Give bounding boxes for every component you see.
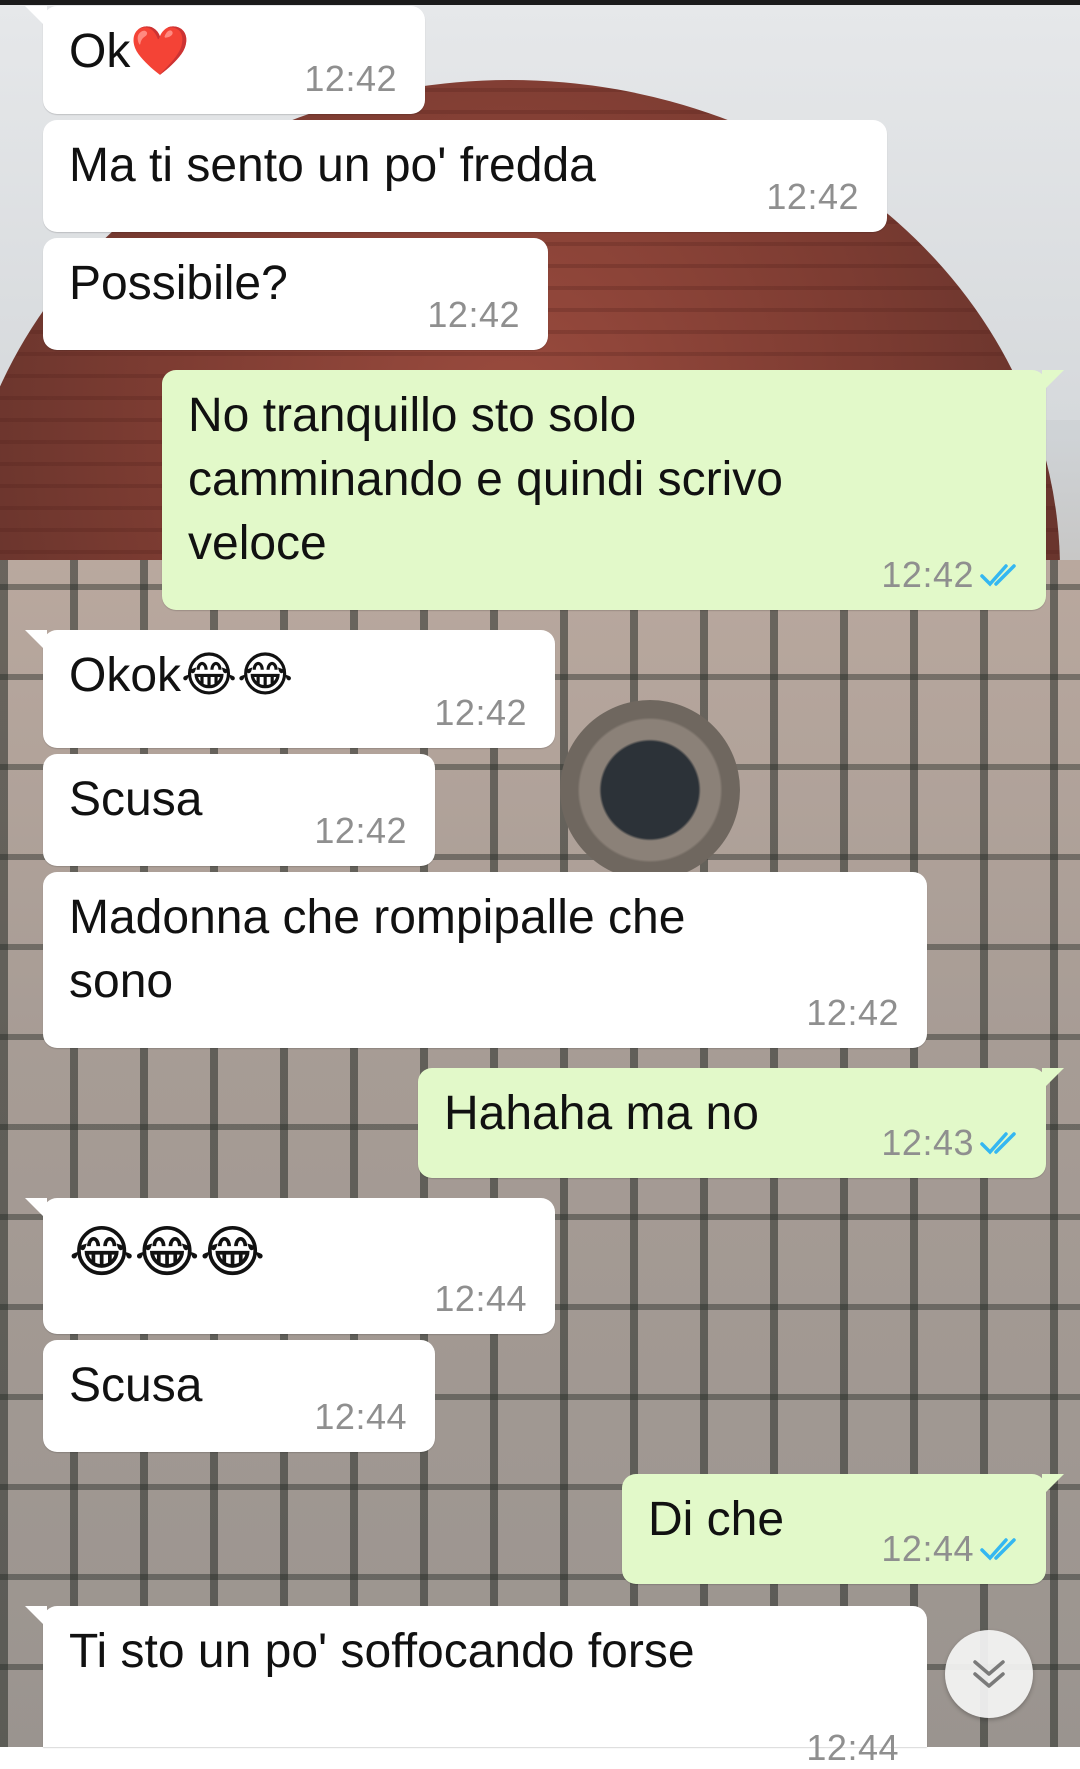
chevron-double-down-icon xyxy=(973,1660,1005,1688)
message-time: 12:43 xyxy=(881,1122,974,1163)
message-text: No tranquillo sto solo camminando e quin… xyxy=(188,389,797,570)
message-text: Ti sto un po' soffocando forse xyxy=(69,1625,695,1678)
message-bubble-incoming[interactable]: Ti sto un po' soffocando forse 12:44 xyxy=(25,1606,927,1768)
message-text: Ma ti sento un po' fredda xyxy=(69,139,596,192)
message-text: Di che xyxy=(648,1493,785,1546)
double-check-icon xyxy=(980,1132,1016,1155)
message-time: 12:44 xyxy=(881,1528,974,1569)
double-check-icon xyxy=(980,564,1016,587)
top-edge xyxy=(0,0,1080,5)
message-bubble-incoming[interactable]: Possibile? 12:42 xyxy=(43,238,548,350)
message-text: 😂😂😂 xyxy=(69,1220,266,1283)
message-bubble-outgoing[interactable]: Di che 12:44 xyxy=(622,1474,1064,1584)
message-text: Scusa xyxy=(69,1359,203,1412)
message-text: Okok😂😂 xyxy=(69,649,294,702)
message-time: 12:44 xyxy=(434,1278,527,1319)
message-text: Ok❤️ xyxy=(69,25,191,78)
message-bubble-outgoing[interactable]: Hahaha ma no 12:43 xyxy=(418,1068,1064,1178)
message-bubble-incoming[interactable]: Okok😂😂 12:42 xyxy=(25,630,555,748)
message-bubble-incoming[interactable]: Ok❤️ 12:42 xyxy=(25,6,425,114)
message-time: 12:42 xyxy=(427,294,520,335)
message-time: 12:42 xyxy=(304,58,397,99)
message-time: 12:44 xyxy=(314,1396,407,1437)
message-bubble-incoming[interactable]: Scusa 12:42 xyxy=(43,754,435,866)
wallpaper-rose-window xyxy=(560,700,740,880)
scroll-to-bottom-button[interactable] xyxy=(945,1630,1033,1718)
message-text: Hahaha ma no xyxy=(444,1087,759,1140)
message-time: 12:42 xyxy=(881,554,974,595)
message-text: Madonna che rompipalle che sono xyxy=(69,891,699,1008)
message-time: 12:42 xyxy=(766,176,859,217)
double-check-icon xyxy=(980,1538,1016,1561)
message-bubble-outgoing[interactable]: No tranquillo sto solo camminando e quin… xyxy=(162,370,1064,610)
message-bubble-incoming[interactable]: Madonna che rompipalle che sono 12:42 xyxy=(43,872,927,1048)
message-bubble-incoming[interactable]: Ma ti sento un po' fredda 12:42 xyxy=(43,120,887,232)
message-time: 12:42 xyxy=(434,692,527,733)
message-bubble-incoming[interactable]: Scusa 12:44 xyxy=(43,1340,435,1452)
message-time: 12:42 xyxy=(806,992,899,1033)
message-text: Possibile? xyxy=(69,257,288,310)
message-bubble-incoming[interactable]: 😂😂😂 12:44 xyxy=(25,1198,555,1334)
message-time: 12:42 xyxy=(314,810,407,851)
message-time: 12:44 xyxy=(806,1727,899,1768)
message-text: Scusa xyxy=(69,773,203,826)
